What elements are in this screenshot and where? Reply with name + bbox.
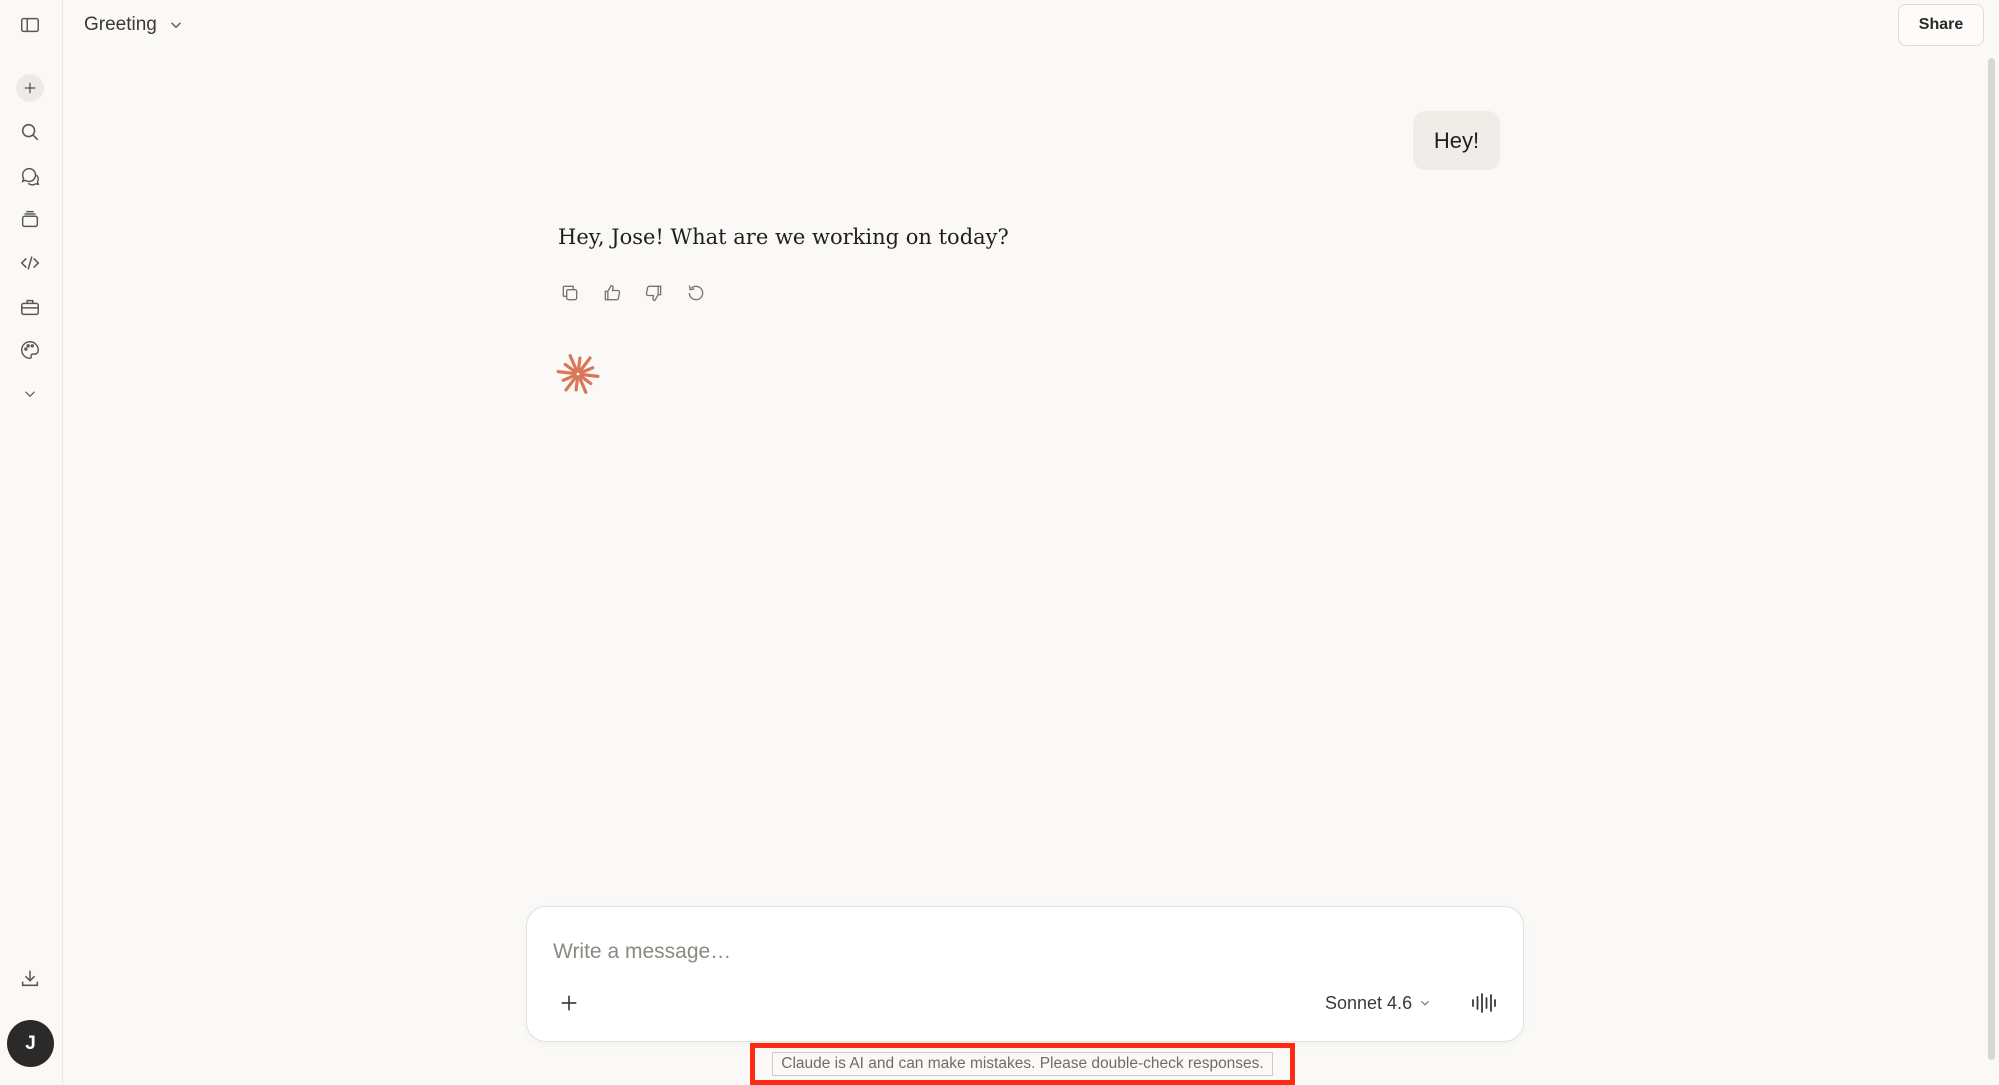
plus-icon	[24, 82, 36, 94]
thumbs-down-button[interactable]	[640, 279, 668, 307]
search-button[interactable]	[12, 114, 48, 150]
sidebar-toggle-button[interactable]	[12, 7, 48, 43]
model-label: Sonnet 4.6	[1325, 992, 1413, 1013]
new-chat-circle	[16, 74, 44, 102]
code-button[interactable]	[12, 245, 48, 281]
attach-button[interactable]	[553, 987, 585, 1019]
model-selector[interactable]: Sonnet 4.6	[1325, 987, 1432, 1019]
palette-button[interactable]	[12, 332, 48, 368]
code-icon	[20, 256, 40, 270]
spark-ray	[574, 375, 580, 392]
search-icon	[21, 123, 39, 141]
voice-waveform-icon	[1472, 993, 1496, 1013]
chats-button[interactable]	[12, 158, 48, 194]
message-composer: Sonnet 4.6	[526, 906, 1524, 1042]
message-input[interactable]	[553, 935, 1453, 969]
disclaimer-highlight: Claude is AI and can make mistakes. Plea…	[750, 1043, 1295, 1085]
new-chat-button[interactable]	[12, 70, 48, 106]
chevron-down-icon	[25, 391, 35, 398]
message-actions	[556, 279, 710, 307]
more-button[interactable]	[12, 376, 48, 412]
avatar[interactable]: J	[7, 1020, 54, 1067]
claude-spark-icon	[556, 354, 600, 394]
toolbox-icon	[21, 299, 39, 316]
retry-button[interactable]	[682, 279, 710, 307]
palette-icon	[21, 341, 39, 359]
thumbs-down-icon	[645, 285, 662, 302]
download-app-button[interactable]	[12, 960, 48, 996]
user-message-text: Hey!	[1433, 127, 1480, 153]
copy-button[interactable]	[556, 279, 584, 307]
voice-mode-button[interactable]	[1467, 987, 1501, 1019]
download-icon	[21, 970, 39, 987]
avatar-initial: J	[25, 1032, 36, 1054]
projects-icon	[21, 210, 39, 228]
chats-icon	[21, 167, 40, 186]
toolbox-button[interactable]	[12, 289, 48, 325]
disclaimer-text: Claude is AI and can make mistakes. Plea…	[772, 1052, 1273, 1076]
chevron-down-icon	[170, 22, 181, 29]
plus-icon	[561, 995, 577, 1011]
user-message-bubble: Hey!	[1413, 111, 1500, 170]
projects-button[interactable]	[12, 201, 48, 237]
page-title: Greeting	[84, 14, 157, 35]
thumbs-up-icon	[604, 284, 621, 301]
retry-icon	[688, 285, 704, 301]
conversation-title-dropdown[interactable]: Greeting	[84, 10, 185, 40]
copy-icon	[562, 285, 578, 301]
chevron-down-icon	[1421, 1000, 1429, 1006]
share-button[interactable]: Share	[1898, 4, 1984, 46]
sidebar-toggle-icon	[21, 17, 39, 33]
thumbs-up-button[interactable]	[598, 279, 626, 307]
spark-ray	[576, 356, 582, 373]
scrollbar[interactable]	[1988, 58, 1995, 1060]
sidebar-rail: J	[0, 0, 63, 1085]
app-window: J Greeting Share Hey! Hey, Jose! What ar…	[0, 0, 1999, 1085]
assistant-message-text: Hey, Jose! What are we working on today?	[558, 225, 1009, 249]
spark-ray	[556, 370, 577, 376]
spark-ray	[579, 372, 600, 378]
